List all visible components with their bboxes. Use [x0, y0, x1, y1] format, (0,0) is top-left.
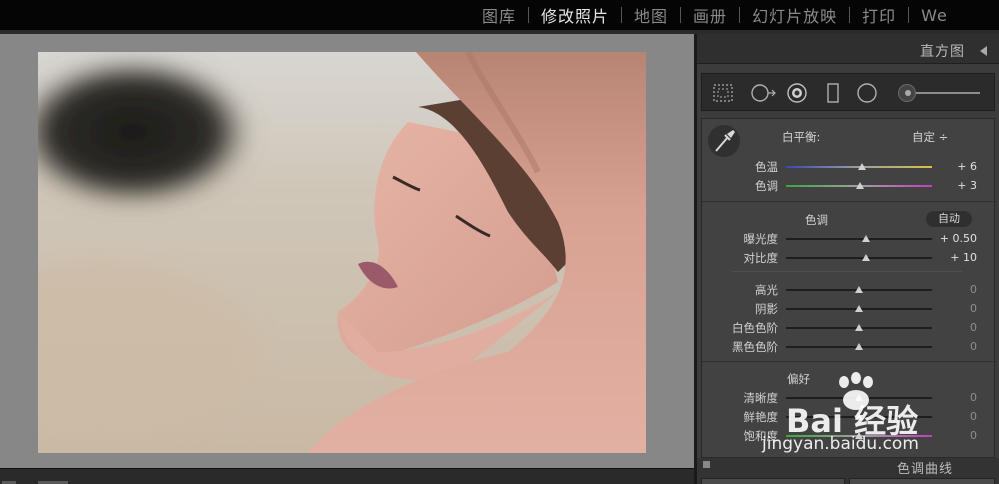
exposure-value[interactable]: + 0.50	[937, 232, 977, 245]
module-web[interactable]: We	[909, 6, 960, 25]
brush-dot-icon	[905, 90, 911, 96]
blacks-slider-knob[interactable]	[855, 343, 863, 350]
graduated-filter-icon[interactable]	[822, 82, 844, 104]
module-list: 图库 修改照片 地图 画册 幻灯片放映 打印 We	[470, 0, 960, 30]
temp-value[interactable]: + 6	[937, 160, 977, 173]
blacks-label: 黑色色阶	[732, 340, 778, 354]
reset-button[interactable]	[849, 478, 995, 484]
module-slideshow[interactable]: 幻灯片放映	[740, 3, 849, 27]
module-picker: 图库 修改照片 地图 画册 幻灯片放映 打印 We	[0, 0, 999, 30]
highlights-value[interactable]: 0	[937, 283, 977, 296]
temp-label: 色温	[755, 160, 778, 174]
tone-title: 色调	[805, 213, 828, 227]
red-eye-icon[interactable]	[786, 82, 808, 104]
temp-slider-knob[interactable]	[857, 163, 866, 170]
contrast-label: 对比度	[743, 251, 779, 265]
auto-tone-button[interactable]: 自动	[926, 211, 972, 227]
exposure-slider-track[interactable]	[786, 238, 932, 240]
histogram-header[interactable]: 直方图	[697, 34, 999, 64]
whites-label: 白色色阶	[732, 321, 778, 335]
module-map[interactable]: 地图	[622, 3, 680, 27]
radial-filter-icon[interactable]	[856, 82, 878, 104]
filmstrip-toolbar	[0, 468, 694, 484]
photo-image	[38, 52, 646, 453]
baidu-jingyan-watermark: Bai 经验 jingyan.baidu.com	[762, 372, 952, 466]
crop-overlay-icon[interactable]	[712, 82, 734, 104]
subsection-divider	[732, 271, 962, 272]
white-balance-selector[interactable]	[708, 125, 740, 157]
module-develop[interactable]: 修改照片	[529, 3, 621, 27]
shadows-label: 阴影	[755, 302, 778, 316]
shadows-value[interactable]: 0	[937, 302, 977, 315]
white-balance-label: 白平衡:	[782, 130, 821, 144]
contrast-value[interactable]: + 10	[937, 251, 977, 264]
eyedropper-icon	[715, 130, 735, 152]
highlights-label: 高光	[755, 283, 778, 297]
photo-preview[interactable]	[38, 52, 646, 453]
module-book[interactable]: 画册	[681, 3, 739, 27]
module-print[interactable]: 打印	[850, 3, 908, 27]
tint-value[interactable]: + 3	[937, 179, 977, 192]
watermark-url: jingyan.baidu.com	[762, 434, 919, 454]
panel-end-marker-icon	[703, 461, 710, 468]
tool-strip	[701, 73, 995, 111]
histogram-title: 直方图	[920, 44, 965, 60]
contrast-slider-knob[interactable]	[862, 254, 871, 261]
tint-slider-knob[interactable]	[856, 182, 865, 189]
section-divider	[702, 201, 996, 202]
module-library[interactable]: 图库	[470, 3, 528, 27]
white-balance-dropdown[interactable]: 自定 ÷	[912, 129, 972, 145]
exposure-label: 曝光度	[743, 232, 779, 246]
photo-canvas[interactable]	[0, 34, 694, 468]
exposure-slider-knob[interactable]	[862, 235, 871, 242]
previous-button[interactable]	[701, 478, 845, 484]
contrast-slider-track[interactable]	[786, 257, 932, 259]
section-divider	[702, 361, 996, 362]
blacks-value[interactable]: 0	[937, 340, 977, 353]
whites-value[interactable]: 0	[937, 321, 977, 334]
spot-removal-icon[interactable]	[750, 82, 778, 104]
highlights-slider-knob[interactable]	[855, 286, 863, 293]
collapse-triangle-icon[interactable]	[980, 46, 987, 56]
tint-label: 色调	[755, 179, 778, 193]
whites-slider-knob[interactable]	[855, 324, 863, 331]
shadows-slider-knob[interactable]	[855, 305, 863, 312]
